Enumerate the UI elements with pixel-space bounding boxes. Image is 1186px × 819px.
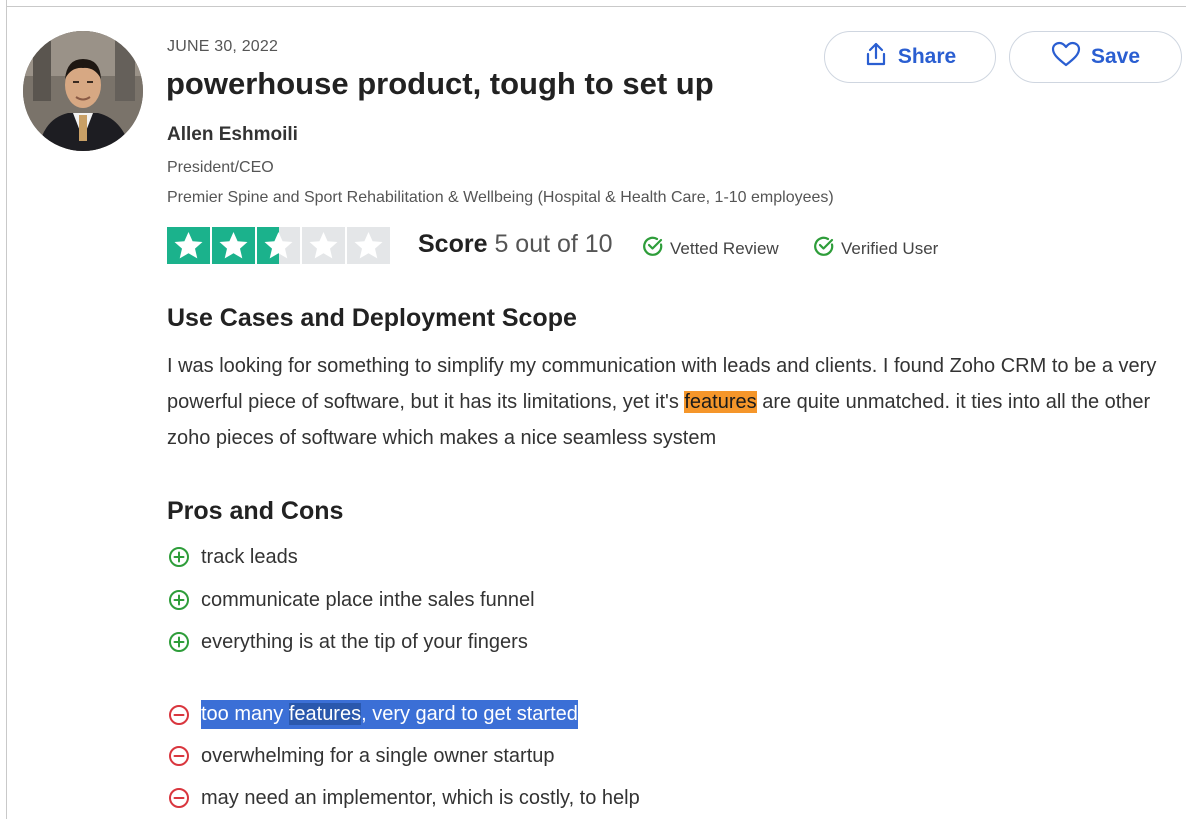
con-text: overwhelming for a single owner startup (201, 744, 555, 767)
review-title: powerhouse product, tough to set up (166, 66, 714, 101)
con-text: may need an implementor, which is costly… (201, 786, 640, 809)
plus-circle-icon (167, 588, 191, 612)
frame-border-top (6, 6, 1186, 7)
pro-item: track leads (167, 545, 298, 569)
heart-icon (1051, 41, 1081, 73)
pro-item: communicate place inthe sales funnel (167, 588, 535, 612)
selected-text: too many features, very gard to get star… (201, 700, 578, 729)
star-rating (167, 227, 390, 264)
star (212, 227, 255, 264)
score-label: Score (418, 230, 488, 258)
author-company: Premier Spine and Sport Rehabilitation &… (167, 189, 834, 206)
share-label: Share (897, 45, 957, 68)
verified-user-badge: Verified User (813, 235, 938, 262)
score: Score 5 out of 10 (418, 230, 613, 259)
review-date: JUNE 30, 2022 (167, 38, 279, 55)
minus-circle-icon (167, 744, 191, 768)
author-name[interactable]: Allen Eshmoili (167, 124, 298, 146)
score-value: 5 out of 10 (494, 230, 613, 258)
save-button[interactable]: Save (1009, 31, 1182, 83)
author-avatar (23, 31, 143, 151)
vetted-review-badge: Vetted Review (642, 235, 779, 262)
con-item: may need an implementor, which is costly… (167, 786, 640, 810)
verified-user-label: Verified User (841, 238, 939, 258)
plus-circle-icon (167, 545, 191, 569)
pros-cons-heading: Pros and Cons (167, 497, 344, 525)
search-highlight: features (288, 703, 362, 725)
check-circle-icon (642, 235, 664, 262)
star (302, 227, 345, 264)
check-circle-icon (813, 235, 835, 262)
con-item: overwhelming for a single owner startup (167, 744, 555, 768)
con-text-before: too many (201, 703, 289, 725)
pro-text: communicate place inthe sales funnel (201, 588, 535, 611)
star (347, 227, 390, 264)
minus-circle-icon (167, 786, 191, 810)
star (257, 227, 300, 264)
frame-border-left (6, 0, 7, 819)
search-highlight: features (684, 391, 757, 413)
pro-item: everything is at the tip of your fingers (167, 630, 528, 654)
share-icon (864, 41, 888, 73)
share-button[interactable]: Share (824, 31, 996, 83)
star (167, 227, 210, 264)
plus-circle-icon (167, 630, 191, 654)
use-cases-text: I was looking for something to simplify … (167, 348, 1182, 456)
con-item: too many features, very gard to get star… (167, 700, 578, 729)
author-role: President/CEO (167, 159, 274, 176)
con-text-after: , very gard to get started (361, 703, 578, 725)
save-label: Save (1090, 45, 1141, 68)
use-cases-heading: Use Cases and Deployment Scope (167, 304, 577, 332)
pro-text: everything is at the tip of your fingers (201, 630, 528, 653)
minus-circle-icon (167, 703, 191, 727)
pro-text: track leads (201, 545, 298, 568)
vetted-review-label: Vetted Review (670, 238, 779, 258)
